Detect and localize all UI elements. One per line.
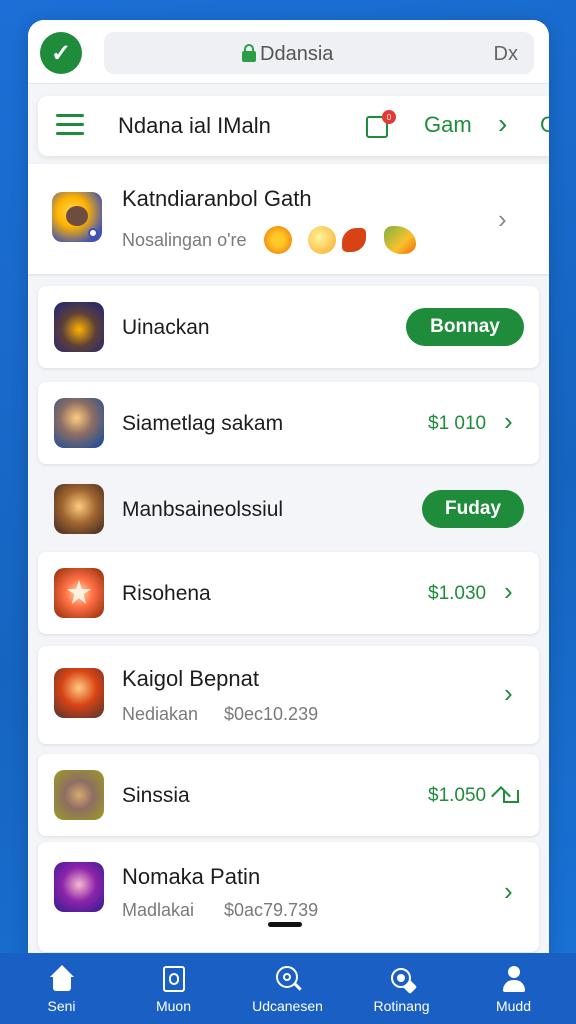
document-icon [160, 965, 188, 993]
app-icon [54, 770, 104, 820]
nav-label: Rotinang [373, 998, 430, 1014]
item-subprice: $0ec10.239 [224, 704, 319, 724]
featured-subtitle: Nosalingan o're [122, 230, 247, 250]
tab-gam[interactable]: Gam [424, 112, 472, 138]
list-item[interactable]: Kaigol Bepnat Nediakan $0ec10.239 › [38, 646, 539, 744]
chevron-right-icon[interactable]: › [504, 406, 513, 437]
coin-icon [264, 226, 292, 254]
list-item[interactable]: Uinackan Bonnay [38, 286, 539, 368]
nav-label: Muon [155, 998, 192, 1014]
url-text: Ddansia [260, 43, 334, 65]
item-subprice: $0ac79.739 [224, 900, 319, 920]
home-outline-icon[interactable] [491, 780, 522, 806]
item-subtitle: Madlakai [122, 900, 195, 920]
list-item[interactable]: Nomaka Patin Madlakai $0ac79.739 › [38, 842, 539, 952]
app-icon [54, 668, 104, 718]
nav-item-discover[interactable]: Rotinang [344, 953, 459, 1024]
discover-icon [388, 965, 417, 995]
app-icon [54, 568, 104, 618]
featured-item[interactable]: Katndiaranbol Gath Nosalingan o're › [28, 164, 549, 274]
search-icon [274, 965, 302, 993]
buy-button[interactable]: Fuday [422, 490, 524, 528]
page-title: Ndana ial IMaln [118, 113, 271, 138]
nav-label: Udcanesen [252, 998, 323, 1014]
chevron-right-icon[interactable]: › [498, 204, 507, 235]
url-close-button[interactable]: Dx [494, 43, 518, 66]
url-field[interactable]: Ddansia Dx [104, 32, 534, 74]
item-title: Sinssia [122, 784, 190, 807]
nav-item-home[interactable]: Seni [4, 953, 119, 1024]
buy-button[interactable]: Bonnay [406, 308, 524, 346]
item-title: Kaigol Bepnat [122, 666, 259, 691]
carrot-icon [384, 226, 416, 254]
chevron-right-icon[interactable]: › [504, 876, 513, 907]
nav-label: Mudd [495, 998, 532, 1014]
lock-icon [242, 44, 256, 62]
menu-icon[interactable] [56, 114, 84, 136]
nav-item-profile[interactable]: Mudd [456, 953, 571, 1024]
profile-icon [500, 965, 528, 993]
bottom-nav: Seni Muon Udcanesen Rotinang Mudd [0, 953, 576, 1024]
item-title: Nomaka Patin [122, 864, 261, 889]
tab-extra[interactable]: G [540, 112, 549, 138]
cart-badge: 0 [382, 110, 396, 124]
item-subtitle: Nediakan [122, 704, 199, 724]
item-price: $1.030 [428, 583, 487, 604]
nav-label: Seni [47, 998, 76, 1014]
app-icon [52, 192, 102, 242]
app-icon [54, 484, 104, 534]
browser-url-bar: ✓ Ddansia Dx [28, 20, 549, 84]
chevron-right-icon[interactable]: › [504, 576, 513, 607]
list-item[interactable]: Siametlag sakam $1 010 › [38, 382, 539, 464]
item-price: $1 010 [428, 413, 487, 434]
featured-title: Katndiaranbol Gath [122, 186, 312, 211]
pepper-icon [342, 228, 366, 252]
item-title: Manbsaineolssiul [122, 498, 284, 521]
nav-item-search[interactable]: Udcanesen [230, 953, 345, 1024]
item-price: $1.050 [428, 785, 487, 806]
app-icon [54, 862, 104, 912]
chevron-right-icon[interactable]: › [504, 678, 513, 709]
app-icon [54, 302, 104, 352]
item-title: Risohena [122, 582, 211, 605]
item-title: Uinackan [122, 316, 210, 339]
item-title: Siametlag sakam [122, 412, 284, 435]
app-icon [54, 398, 104, 448]
list-item[interactable]: Sinssia $1.050 [38, 754, 539, 836]
home-icon [48, 965, 76, 993]
verified-check-icon[interactable]: ✓ [40, 32, 82, 74]
app-window: ✓ Ddansia Dx Ndana ial IMaln 0 Gam › G K… [28, 20, 549, 960]
chevron-right-icon[interactable]: › [498, 108, 507, 140]
list-item[interactable]: Risohena $1.030 › [38, 552, 539, 634]
fruit-icon [308, 226, 336, 254]
list-item[interactable]: Manbsaineolssiul Fuday [38, 478, 539, 544]
nav-item-muon[interactable]: Muon [116, 953, 231, 1024]
home-indicator [268, 922, 302, 927]
cart-icon[interactable]: 0 [366, 110, 396, 140]
app-header: Ndana ial IMaln 0 Gam › G [38, 96, 549, 156]
